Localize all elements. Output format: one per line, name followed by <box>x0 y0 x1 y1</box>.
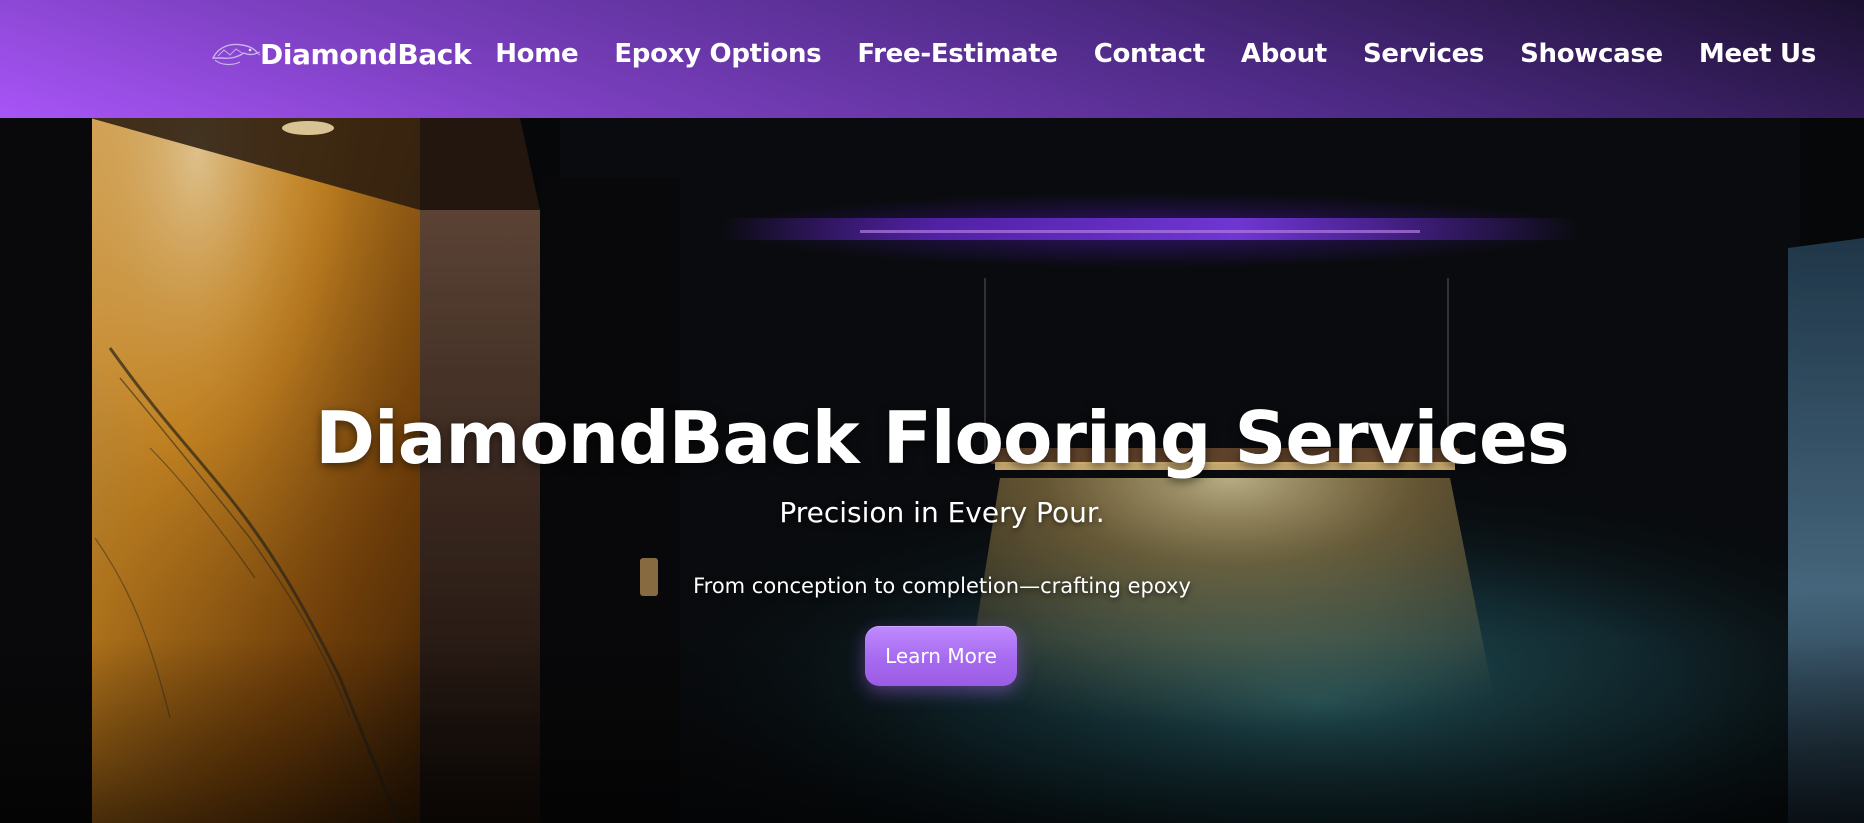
hero-tagline: From conception to completion—crafting e… <box>693 574 1191 598</box>
nav-link-about[interactable]: About <box>1241 39 1327 69</box>
learn-more-button[interactable]: Learn More <box>865 626 1017 686</box>
nav-link-services[interactable]: Services <box>1363 39 1484 69</box>
hero-subtitle: Precision in Every Pour. <box>779 496 1105 529</box>
hero-section: DiamondBack Flooring Services Precision … <box>0 118 1864 823</box>
snake-icon <box>211 43 260 66</box>
nav-link-contact[interactable]: Contact <box>1094 39 1205 69</box>
nav-links: Home Epoxy Options Free-Estimate Contact… <box>495 39 1816 69</box>
nav-link-free-estimate[interactable]: Free-Estimate <box>857 39 1058 69</box>
nav-link-showcase[interactable]: Showcase <box>1520 39 1663 69</box>
brand-link[interactable]: DiamondBack <box>210 37 472 71</box>
nav-link-meet-us[interactable]: Meet Us <box>1699 39 1816 69</box>
brand-name: DiamondBack <box>260 37 472 71</box>
nav-link-epoxy-options[interactable]: Epoxy Options <box>614 39 821 69</box>
site-header: DiamondBack Home Epoxy Options Free-Esti… <box>0 0 1864 118</box>
hero-content: DiamondBack Flooring Services Precision … <box>0 118 1864 823</box>
main-nav: DiamondBack Home Epoxy Options Free-Esti… <box>210 32 1816 76</box>
nav-link-home[interactable]: Home <box>495 39 578 69</box>
hero-title: DiamondBack Flooring Services <box>315 396 1569 480</box>
